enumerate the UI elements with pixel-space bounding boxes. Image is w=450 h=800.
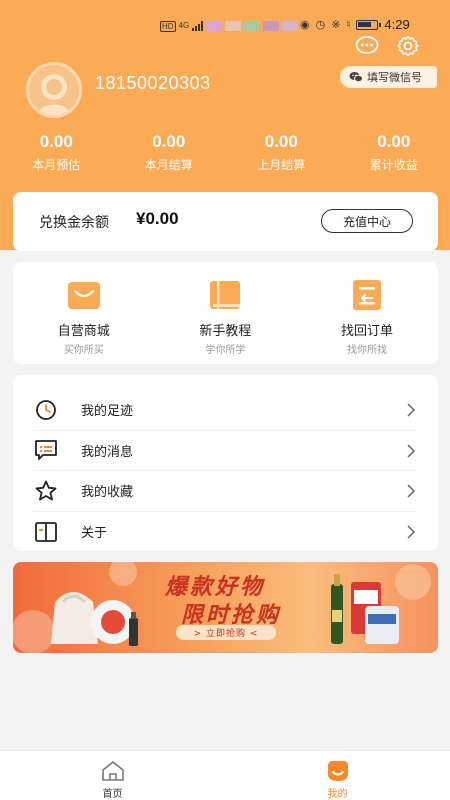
nav-home[interactable]: 首页 bbox=[0, 751, 225, 800]
notification-icon bbox=[282, 21, 299, 31]
notification-icon bbox=[225, 21, 242, 31]
chevron-right-icon bbox=[407, 524, 416, 539]
chevron-right-icon bbox=[407, 403, 416, 417]
shortcut-title: 新手教程 bbox=[199, 324, 252, 339]
notification-icon bbox=[244, 21, 261, 31]
menu-item-label: 我的消息 bbox=[81, 444, 134, 460]
shortcut-subtitle: 买你所买 bbox=[63, 345, 104, 356]
shortcut-subtitle: 学你所学 bbox=[205, 345, 246, 356]
stat-value: 0.00 bbox=[264, 132, 298, 151]
alarm-icon: ◷ bbox=[315, 17, 326, 31]
battery-icon bbox=[356, 19, 382, 30]
star-icon bbox=[33, 480, 59, 502]
message-icon bbox=[33, 439, 59, 461]
shortcut-card: 自营商城 买你所买 新手教程 学你所学 找回订单 找你所找 bbox=[13, 262, 438, 364]
status-bar: HD 4G ◉ ◷ ※ ♮ 4:29 bbox=[0, 14, 450, 38]
stat-value: 0.00 bbox=[39, 132, 73, 151]
stat-this-month-settled[interactable]: 0.00 本月结算 bbox=[113, 131, 226, 181]
earnings-stats: 0.00 本月预估 0.00 本月结算 0.00 上月结算 0.00 累计收益 bbox=[0, 131, 450, 181]
shortcut-tutorial[interactable]: 新手教程 学你所学 bbox=[155, 262, 297, 364]
stat-label: 本月结算 bbox=[144, 158, 193, 172]
nav-profile[interactable]: 我的 bbox=[225, 751, 450, 800]
stat-value: 0.00 bbox=[377, 132, 411, 151]
profile-icon bbox=[327, 761, 348, 781]
stat-label: 累计收益 bbox=[369, 158, 418, 172]
book-icon bbox=[208, 279, 242, 311]
about-book-icon bbox=[33, 521, 59, 543]
menu-card: 我的足迹 我的消息 我的收藏 关于 bbox=[13, 375, 438, 551]
shortcut-subtitle: 找你所找 bbox=[346, 345, 387, 356]
nav-label: 首页 bbox=[102, 789, 123, 800]
fill-wechat-label: 填写微信号 bbox=[367, 71, 422, 84]
balance-card: 兑换金余额 ¥0.00 充值中心 bbox=[13, 192, 438, 251]
stat-label: 上月结算 bbox=[257, 158, 306, 172]
clock-icon bbox=[33, 399, 59, 421]
bluetooth-icon: ※ bbox=[331, 17, 341, 31]
stat-this-month-estimate[interactable]: 0.00 本月预估 bbox=[0, 131, 113, 181]
status-right: ◉ ◷ ※ ♮ 4:29 bbox=[300, 17, 410, 32]
status-left: HD 4G bbox=[160, 19, 299, 33]
menu-item-label: 关于 bbox=[81, 526, 108, 542]
gear-icon[interactable] bbox=[396, 34, 420, 58]
shortcut-retrieve-order[interactable]: 找回订单 找你所找 bbox=[296, 262, 438, 364]
menu-item-label: 我的足迹 bbox=[81, 404, 134, 420]
promo-banner[interactable]: 爆款好物 限时抢购 > 立即抢购 < bbox=[13, 562, 438, 653]
balance-value: ¥0.00 bbox=[136, 209, 179, 228]
shortcut-title: 自营商城 bbox=[57, 324, 110, 339]
balance-label: 兑换金余额 bbox=[39, 215, 109, 231]
hd-badge: HD bbox=[160, 20, 176, 32]
shopping-bag-icon bbox=[67, 279, 101, 311]
home-icon bbox=[101, 761, 124, 781]
chevron-right-icon bbox=[407, 443, 416, 458]
menu-item-footprint[interactable]: 我的足迹 bbox=[33, 390, 416, 431]
clock-time: 4:29 bbox=[384, 17, 410, 32]
chevron-right-icon bbox=[407, 484, 416, 498]
nav-label: 我的 bbox=[327, 789, 348, 800]
shortcut-title: 找回订单 bbox=[340, 324, 393, 339]
mute-icon: ♮ bbox=[346, 17, 351, 31]
avatar[interactable] bbox=[26, 62, 82, 118]
menu-item-favorites[interactable]: 我的收藏 bbox=[33, 471, 416, 512]
notification-icon bbox=[263, 21, 280, 31]
fill-wechat-button[interactable]: 填写微信号 bbox=[340, 66, 437, 88]
menu-item-messages[interactable]: 我的消息 bbox=[33, 431, 416, 471]
menu-item-label: 我的收藏 bbox=[81, 485, 134, 501]
user-phone: 18150020303 bbox=[95, 73, 211, 93]
stat-last-month-settled[interactable]: 0.00 上月结算 bbox=[225, 131, 338, 181]
bottom-nav: 首页 我的 bbox=[0, 750, 450, 800]
menu-item-about[interactable]: 关于 bbox=[33, 512, 416, 553]
network-type: 4G bbox=[178, 21, 190, 30]
recharge-center-button[interactable]: 充值中心 bbox=[321, 209, 413, 233]
chat-icon[interactable] bbox=[355, 36, 379, 56]
stat-value: 0.00 bbox=[152, 132, 186, 151]
eye-icon: ◉ bbox=[300, 17, 310, 31]
stat-label: 本月预估 bbox=[32, 158, 81, 172]
signal-icon bbox=[192, 21, 204, 31]
stat-total-earnings[interactable]: 0.00 累计收益 bbox=[338, 131, 450, 181]
wechat-icon bbox=[349, 72, 363, 83]
notification-icon bbox=[206, 21, 223, 31]
shortcut-self-mall[interactable]: 自营商城 买你所买 bbox=[13, 262, 155, 364]
order-return-icon bbox=[350, 279, 384, 311]
banner-cta-button[interactable]: > 立即抢购 < bbox=[176, 625, 276, 640]
